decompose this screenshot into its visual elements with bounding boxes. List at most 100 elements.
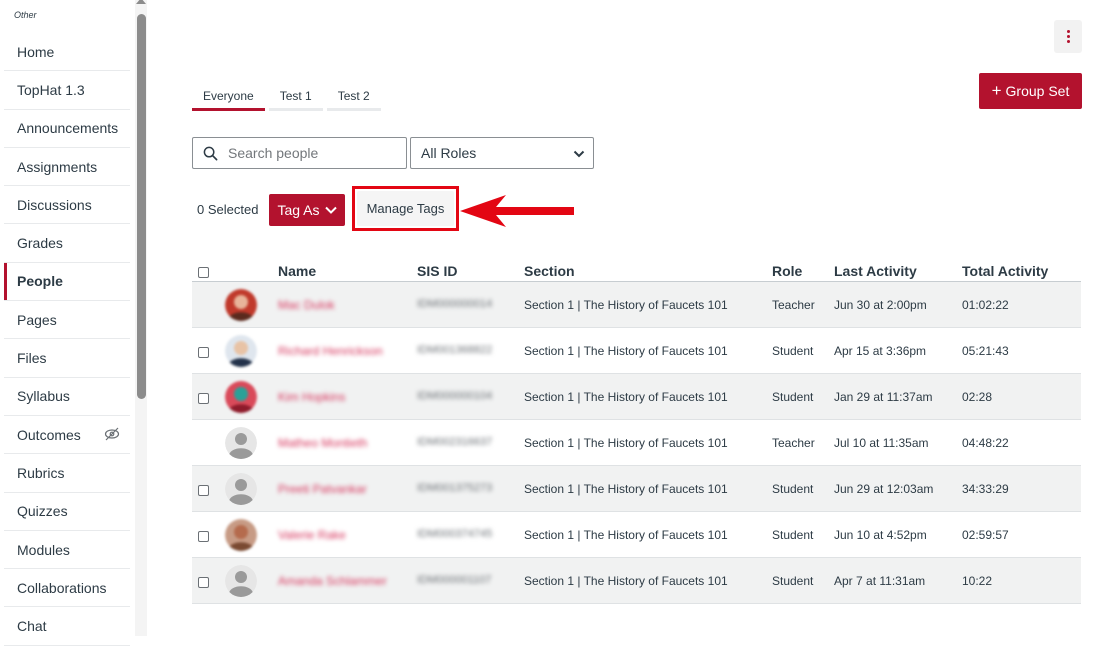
- sidebar-item-announcements[interactable]: Announcements: [4, 110, 130, 148]
- pointer-arrow-icon: [460, 195, 574, 227]
- sidebar-item-outcomes[interactable]: Outcomes: [4, 416, 130, 455]
- row-select-checkbox[interactable]: [198, 485, 209, 496]
- kebab-dot-icon: [1066, 40, 1070, 43]
- cell-sis-id: IDM000001107: [417, 574, 492, 586]
- avatar[interactable]: [225, 565, 257, 597]
- column-header-last-activity[interactable]: Last Activity: [834, 263, 917, 279]
- cell-role: Student: [772, 528, 814, 542]
- cell-sis-id: IDM000374745: [417, 528, 493, 540]
- table-body: Mac Dulok IDM000000014 Section 1 | The His…: [192, 282, 1081, 604]
- cell-section: Section 1 | The History of Faucets 101: [524, 436, 728, 450]
- sidebar-item-label: Outcomes: [17, 426, 81, 443]
- avatar[interactable]: [225, 289, 257, 321]
- tag-as-label: Tag As: [277, 202, 320, 218]
- avatar[interactable]: [225, 335, 257, 367]
- role-filter-value: All Roles: [421, 145, 477, 161]
- chevron-down-icon: [573, 150, 585, 158]
- sidebar-item-grades[interactable]: Grades: [4, 224, 130, 263]
- search-box[interactable]: [192, 137, 407, 169]
- more-options-button[interactable]: [1054, 20, 1082, 53]
- tag-as-button[interactable]: Tag As: [269, 194, 345, 226]
- cell-last-activity: Jan 29 at 11:37am: [834, 390, 933, 404]
- avatar[interactable]: [225, 381, 257, 413]
- nav-list: Home TopHat 1.3 Announcements Assignments Di…: [4, 33, 130, 646]
- cell-name[interactable]: Matheo Montieth: [278, 436, 367, 450]
- cell-total-activity: 04:48:22: [962, 436, 1009, 450]
- scroll-up-arrow-icon[interactable]: [136, 0, 146, 4]
- column-header-role[interactable]: Role: [772, 263, 802, 279]
- chevron-down-icon: [324, 206, 337, 214]
- cell-role: Teacher: [772, 436, 815, 450]
- sidebar-item-home[interactable]: Home: [4, 33, 130, 72]
- search-people-input[interactable]: [226, 144, 396, 162]
- sidebar-item-discussions[interactable]: Discussions: [4, 186, 130, 225]
- cell-name[interactable]: Preeti Patvankar: [278, 482, 367, 496]
- scrollbar-thumb[interactable]: [137, 14, 146, 399]
- course-navigation: Other Home TopHat 1.3 Announcements Assignm…: [0, 0, 150, 646]
- manage-tags-button[interactable]: Manage Tags: [357, 191, 454, 226]
- sidebar-item-label: TopHat 1.3: [17, 81, 85, 98]
- table-row: Amanda Schlammer IDM000001107 Section 1 | …: [192, 558, 1081, 604]
- row-select-checkbox[interactable]: [198, 577, 209, 588]
- sidebar-item-collaborations[interactable]: Collaborations: [4, 569, 130, 608]
- sidebar-item-label: Collaborations: [17, 579, 107, 596]
- cell-name[interactable]: Valerie Rake: [278, 528, 346, 542]
- sidebar-item-label: Grades: [17, 235, 63, 252]
- sidebar-item-label: Discussions: [17, 196, 92, 213]
- column-header-name[interactable]: Name: [278, 263, 316, 279]
- row-select-checkbox[interactable]: [198, 393, 209, 404]
- cell-name[interactable]: Amanda Schlammer: [278, 574, 387, 588]
- sidebar-item-people[interactable]: People: [4, 262, 130, 302]
- row-select-checkbox[interactable]: [198, 531, 209, 542]
- tab-everyone[interactable]: Everyone: [192, 84, 265, 111]
- sidebar-item-assignments[interactable]: Assignments: [4, 148, 130, 187]
- sidebar-item-modules[interactable]: Modules: [4, 531, 130, 570]
- cell-sis-id: IDM001375273: [417, 482, 493, 494]
- group-set-label: Group Set: [1005, 83, 1070, 99]
- tab-test-2[interactable]: Test 2: [326, 84, 381, 111]
- cell-section: Section 1 | The History of Faucets 101: [524, 344, 728, 358]
- people-table: Name SIS ID Section Role Last Activity Total …: [192, 258, 1081, 604]
- sidebar-item-label: Chat: [17, 618, 47, 635]
- sidebar-item-files[interactable]: Files: [4, 339, 130, 378]
- avatar[interactable]: [225, 519, 257, 551]
- sidebar-item-label: Rubrics: [17, 464, 65, 481]
- cell-name[interactable]: Richard Henrickson: [278, 344, 383, 358]
- role-filter-select[interactable]: All Roles: [410, 137, 594, 169]
- tab-test-1[interactable]: Test 1: [268, 84, 323, 111]
- column-header-sis-id[interactable]: SIS ID: [417, 263, 457, 279]
- cell-role: Student: [772, 344, 814, 358]
- cell-section: Section 1 | The History of Faucets 101: [524, 298, 728, 312]
- sidebar-item-quizzes[interactable]: Quizzes: [4, 493, 130, 531]
- cell-total-activity: 34:33:29: [962, 482, 1009, 496]
- sidebar-item-label: Modules: [17, 541, 70, 558]
- sidebar-item-syllabus[interactable]: Syllabus: [4, 378, 130, 416]
- cell-name[interactable]: Mac Dulok: [278, 298, 335, 312]
- row-select-checkbox[interactable]: [198, 347, 209, 358]
- cell-sis-id: IDM001368822: [417, 344, 493, 356]
- sidebar-item-chat[interactable]: Chat: [4, 607, 130, 646]
- cell-last-activity: Apr 7 at 11:31am: [834, 574, 926, 588]
- kebab-dot-icon: [1066, 35, 1070, 38]
- column-header-section[interactable]: Section: [524, 263, 575, 279]
- cell-last-activity: Jun 29 at 12:03am: [834, 482, 934, 496]
- sidebar-item-rubrics[interactable]: Rubrics: [4, 454, 130, 493]
- cell-name[interactable]: Kim Hopkins: [278, 390, 345, 404]
- sidebar-item-pages[interactable]: Pages: [4, 301, 130, 340]
- avatar[interactable]: [225, 473, 257, 505]
- select-all-checkbox[interactable]: [198, 267, 209, 278]
- sidebar-item-label: Announcements: [17, 120, 119, 137]
- add-group-set-button[interactable]: + Group Set: [979, 73, 1082, 109]
- cell-section: Section 1 | The History of Faucets 101: [524, 528, 728, 542]
- nav-section-label: Other: [14, 10, 37, 20]
- eye-slash-icon[interactable]: [104, 427, 120, 441]
- sidebar-item-label: Files: [17, 350, 47, 367]
- search-icon: [203, 146, 218, 160]
- sidebar-item-label: Home: [17, 43, 55, 60]
- sidebar-item-tophat-1-3[interactable]: TopHat 1.3: [4, 71, 130, 110]
- sidebar-item-label: Syllabus: [17, 388, 70, 405]
- avatar[interactable]: [225, 427, 257, 459]
- column-header-total-activity[interactable]: Total Activity: [962, 263, 1048, 279]
- cell-section: Section 1 | The History of Faucets 101: [524, 574, 728, 588]
- cell-role: Student: [772, 482, 814, 496]
